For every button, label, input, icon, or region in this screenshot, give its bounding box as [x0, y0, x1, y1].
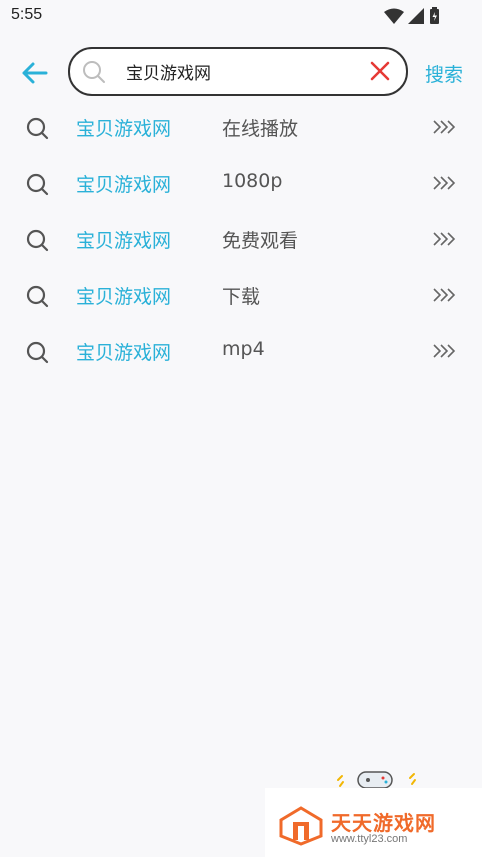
suggestion-keyword: 宝贝游戏网	[76, 342, 172, 364]
suggestion-keyword: 宝贝游戏网	[76, 230, 172, 252]
back-button[interactable]	[18, 57, 50, 89]
suggestion-item[interactable]: 宝贝游戏网 mp4	[0, 324, 482, 380]
close-icon[interactable]	[370, 61, 390, 81]
arrow-left-icon	[22, 62, 48, 84]
search-input[interactable]	[126, 57, 356, 85]
watermark-title: 天天游戏网	[331, 811, 436, 835]
watermark-url: www.ttyl23.com	[331, 833, 408, 845]
search-icon	[26, 285, 49, 308]
search-button[interactable]: 搜索	[425, 60, 463, 87]
suggestion-suffix: 免费观看	[222, 230, 299, 252]
triple-chevron-icon	[433, 120, 456, 134]
suggestion-keyword: 宝贝游戏网	[76, 174, 172, 196]
suggestion-keyword: 宝贝游戏网	[76, 118, 172, 140]
triple-chevron-icon	[433, 232, 456, 246]
watermark: 天天游戏网 www.ttyl23.com	[265, 788, 482, 857]
suggestion-item[interactable]: 宝贝游戏网 免费观看	[0, 212, 482, 268]
suggestion-suffix: 在线播放	[222, 118, 299, 140]
search-header: 搜索	[0, 44, 482, 100]
suggestion-item[interactable]: 宝贝游戏网 1080p	[0, 156, 482, 212]
suggestion-suffix: 1080p	[222, 170, 283, 192]
search-icon	[83, 61, 105, 83]
search-icon	[26, 341, 49, 364]
wifi-icon	[384, 8, 404, 24]
search-icon	[26, 117, 49, 140]
suggestion-suffix: 下载	[222, 286, 261, 308]
search-icon	[26, 173, 49, 196]
suggestion-suffix: mp4	[222, 338, 265, 360]
site-logo-icon	[279, 806, 323, 846]
suggestion-item[interactable]: 宝贝游戏网 下载	[0, 268, 482, 324]
triple-chevron-icon	[433, 176, 456, 190]
suggestion-list: 宝贝游戏网 在线播放 宝贝游戏网 1080p 宝贝游戏网 免费观看 宝贝游戏网 …	[0, 100, 482, 380]
suggestion-item[interactable]: 宝贝游戏网 在线播放	[0, 100, 482, 156]
triple-chevron-icon	[433, 344, 456, 358]
status-time: 5:55	[11, 6, 43, 23]
search-box[interactable]	[68, 47, 408, 96]
status-bar: 5:55	[0, 0, 482, 32]
cellular-icon	[408, 8, 424, 24]
suggestion-keyword: 宝贝游戏网	[76, 286, 172, 308]
search-icon	[26, 229, 49, 252]
triple-chevron-icon	[433, 288, 456, 302]
battery-icon	[430, 7, 439, 24]
status-icons	[384, 7, 446, 25]
